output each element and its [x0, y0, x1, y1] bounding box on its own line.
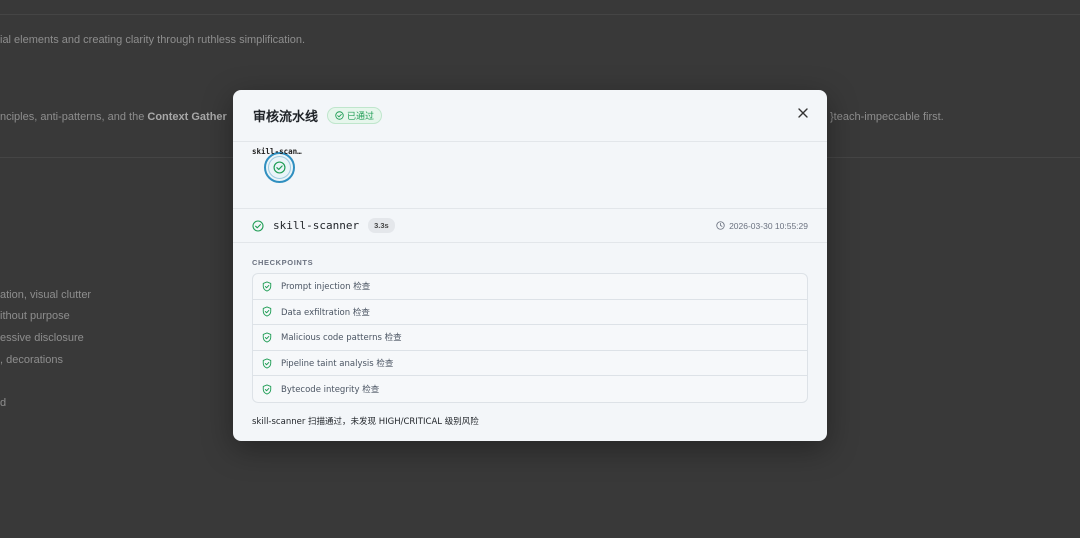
- modal-title: 审核流水线: [253, 110, 319, 125]
- pipeline-stage-label: skill-scan…: [252, 147, 302, 156]
- status-badge: 已通过: [327, 107, 383, 124]
- background-text: ation, visual clutter: [0, 289, 92, 301]
- checkpoint-item: Data exfiltration 检查: [253, 300, 807, 326]
- status-badge-label: 已通过: [347, 112, 375, 122]
- background-text: , decorations: [0, 354, 63, 366]
- checkpoint-item: Bytecode integrity 检查: [253, 376, 807, 402]
- checkpoint-label: Malicious code patterns 检查: [281, 333, 402, 344]
- stage-detail-row: skill-scanner 3.3s 2026-03-30 10:55:29: [233, 209, 827, 243]
- checkpoint-label: Data exfiltration 检查: [281, 307, 370, 318]
- background-text: essive disclosure: [0, 332, 84, 344]
- check-circle-icon: [252, 219, 264, 232]
- checkpoint-label: Prompt injection 检查: [281, 282, 371, 293]
- checkpoint-list: Prompt injection 检查 Data exfiltration 检查…: [252, 273, 808, 403]
- clock-icon: [716, 221, 725, 230]
- check-circle-icon: [335, 111, 344, 120]
- check-circle-icon: [273, 161, 286, 174]
- stage-name: skill-scanner: [273, 219, 360, 232]
- duration-badge: 3.3s: [368, 218, 395, 233]
- modal-header: 审核流水线 已通过: [233, 90, 827, 142]
- checkpoint-label: Bytecode integrity 检查: [281, 385, 380, 396]
- pipeline-stage-node[interactable]: [264, 152, 295, 183]
- background-text: ial elements and creating clarity throug…: [0, 34, 306, 46]
- shield-check-icon: [262, 384, 272, 395]
- checkpoints-heading: CHECKPOINTS: [252, 258, 314, 267]
- divider: [0, 14, 1080, 15]
- checkpoint-item: Pipeline taint analysis 检查: [253, 351, 807, 377]
- checkpoint-label: Pipeline taint analysis 检查: [281, 359, 394, 370]
- stage-timestamp: 2026-03-30 10:55:29: [716, 221, 808, 231]
- checkpoint-item: Malicious code patterns 检查: [253, 325, 807, 351]
- shield-check-icon: [262, 306, 272, 317]
- scan-summary: skill-scanner 扫描通过，未发现 HIGH/CRITICAL 级别风…: [252, 416, 479, 427]
- background-text: }teach-impeccable first.: [830, 111, 944, 123]
- shield-check-icon: [262, 281, 272, 292]
- close-button[interactable]: [793, 103, 813, 123]
- background-text: nciples, anti-patterns, and the Context …: [0, 111, 227, 123]
- shield-check-icon: [262, 332, 272, 343]
- timestamp-text: 2026-03-30 10:55:29: [729, 220, 808, 231]
- close-icon: [798, 108, 808, 118]
- pipeline-graph: skill-scan…: [233, 142, 827, 209]
- background-text: d: [0, 397, 7, 409]
- shield-check-icon: [262, 358, 272, 369]
- checkpoint-item: Prompt injection 检查: [253, 274, 807, 300]
- review-pipeline-modal: 审核流水线 已通过 skill-scan… skill-scanner 3.3s…: [233, 90, 827, 441]
- background-text: ithout purpose: [0, 310, 70, 322]
